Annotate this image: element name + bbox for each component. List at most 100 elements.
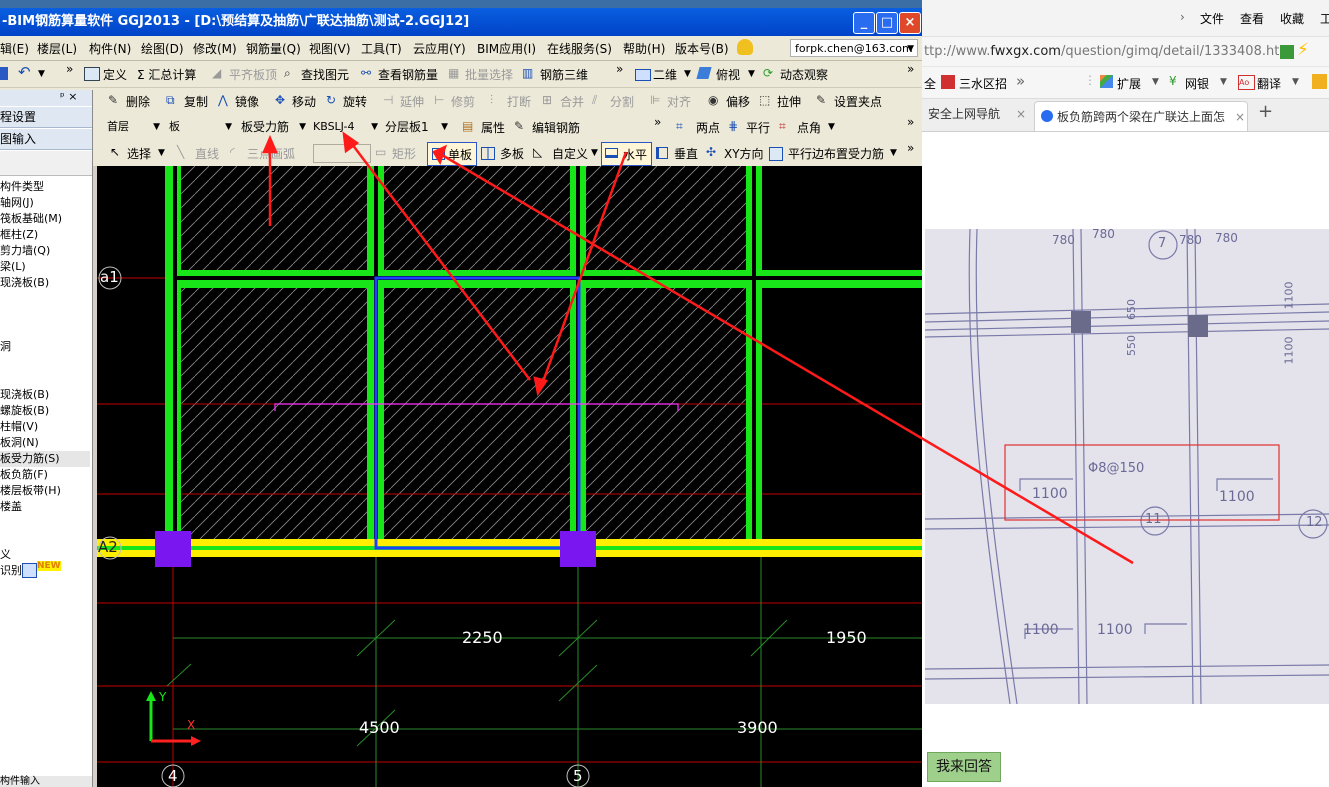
menu-floor[interactable]: 楼层(L) xyxy=(37,40,77,57)
address-bar[interactable]: ttp://www.fwxgx.com/question/gimq/detail… xyxy=(922,36,1329,67)
menu-draw[interactable]: 绘图(D) xyxy=(141,40,184,57)
align-dropdown[interactable]: 对齐 xyxy=(667,93,691,110)
app-icon[interactable] xyxy=(1312,74,1327,89)
bookmark-sanshui[interactable]: 三水区招 xyxy=(959,75,1007,92)
extend-menu[interactable]: 扩展 xyxy=(1117,75,1141,92)
offset-button[interactable]: 偏移 xyxy=(726,93,750,110)
stretch-button[interactable]: 拉伸 xyxy=(777,93,801,110)
chevron-down-icon[interactable]: ▼ xyxy=(1292,77,1299,87)
component-input-tab[interactable]: 构件输入 xyxy=(0,776,92,787)
vertical-button[interactable]: 垂直 xyxy=(674,145,698,162)
save-icon[interactable] xyxy=(0,67,8,80)
list-item[interactable]: 构件类型 xyxy=(0,179,44,195)
menu-tools[interactable]: 工具(T) xyxy=(361,40,402,57)
toolbar-overflow-icon[interactable]: » xyxy=(616,62,623,76)
close-button[interactable]: × xyxy=(899,12,921,34)
menu-tools[interactable]: 工 xyxy=(1320,10,1329,27)
xy-direction-button[interactable]: XY方向 xyxy=(724,145,764,162)
chevron-down-icon[interactable]: ▼ xyxy=(1220,77,1227,87)
toolbar-overflow-icon[interactable]: » xyxy=(907,115,914,129)
chevron-down-icon[interactable]: ▼ xyxy=(38,69,45,79)
list-item[interactable]: 柱帽(V) xyxy=(0,419,38,435)
parallel-button[interactable]: 平行 xyxy=(746,119,770,136)
summary-calc-button[interactable]: Σ 汇总计算 xyxy=(137,66,196,83)
helmet-icon[interactable] xyxy=(737,39,753,55)
move-button[interactable]: 移动 xyxy=(292,93,316,110)
menu-component[interactable]: 构件(N) xyxy=(89,40,131,57)
menu-modify[interactable]: 修改(M) xyxy=(193,40,237,57)
list-item[interactable]: 现浇板(B) xyxy=(0,387,49,403)
close-icon[interactable]: × xyxy=(1235,102,1245,131)
menu-file[interactable]: 文件 xyxy=(1200,10,1224,27)
tab-question[interactable]: 板负筋跨两个梁在广联达上面怎 × xyxy=(1034,101,1248,131)
find-element-button[interactable]: 查找图元 xyxy=(301,66,349,83)
translate-menu[interactable]: 翻译 xyxy=(1257,75,1281,92)
chevron-down-icon[interactable]: ▼ xyxy=(828,122,835,132)
parallel-edge-rebar-button[interactable]: 平行边布置受力筋 xyxy=(788,145,884,162)
list-item-selected[interactable]: 板受力筋(S) xyxy=(0,451,90,467)
pin-close-controls[interactable]: ᵖ × xyxy=(60,90,77,103)
list-item[interactable]: 轴网(J) xyxy=(0,195,34,211)
rebar-3d-button[interactable]: 钢筋三维 xyxy=(540,66,588,83)
list-item[interactable]: 板负筋(F) xyxy=(0,467,48,483)
list-item[interactable]: 板洞(N) xyxy=(0,435,39,451)
floor-select[interactable]: 首层 ▼ xyxy=(104,118,162,136)
project-settings-tab[interactable]: 程设置 xyxy=(0,107,92,128)
view-2d-dropdown[interactable]: 二维 xyxy=(653,66,677,83)
horizontal-button[interactable]: 水平 xyxy=(601,142,652,166)
set-grip-button[interactable]: 设置夹点 xyxy=(834,93,882,110)
chevron-down-icon[interactable]: ▼ xyxy=(1152,77,1159,87)
select-dropdown[interactable]: 选择 xyxy=(127,145,151,162)
toolbar-overflow-icon[interactable]: » xyxy=(654,115,661,129)
list-item[interactable]: 楼层板带(H) xyxy=(0,483,61,499)
delete-button[interactable]: 删除 xyxy=(126,93,150,110)
menu-help[interactable]: 帮助(H) xyxy=(623,40,665,57)
two-points-button[interactable]: 两点 xyxy=(696,119,720,136)
chevron-down-icon[interactable]: ▼ xyxy=(890,148,897,158)
menu-online[interactable]: 在线服务(S) xyxy=(547,40,612,57)
menu-favorites[interactable]: 收藏 xyxy=(1280,10,1304,27)
batch-select-button[interactable]: 批量选择 xyxy=(465,66,513,83)
chevron-down-icon[interactable]: ▼ xyxy=(158,148,165,158)
flat-slab-top-button[interactable]: 平齐板顶 xyxy=(229,66,277,83)
url-text[interactable]: ttp://www.fwxgx.com/question/gimq/detail… xyxy=(924,44,1285,59)
merge-button[interactable]: 合并 xyxy=(560,93,584,110)
close-icon[interactable]: × xyxy=(1016,99,1026,129)
bookmark-cut[interactable]: 全 xyxy=(924,75,936,92)
tab-safe-nav[interactable]: 安全上网导航 × xyxy=(922,99,1030,129)
menu-edit[interactable]: 辑(E) xyxy=(0,40,29,57)
list-item[interactable]: 梁(L) xyxy=(0,259,26,275)
point-angle-dropdown[interactable]: 点角 xyxy=(797,119,821,136)
layer-select[interactable]: 分层板1 ▼ xyxy=(382,118,450,136)
list-item[interactable]: 剪力墙(Q) xyxy=(0,243,50,259)
bookmark-more[interactable]: » xyxy=(1016,72,1025,90)
split-button[interactable]: 分割 xyxy=(610,93,634,110)
properties-button[interactable]: 属性 xyxy=(481,119,505,136)
menu-bim[interactable]: BIM应用(I) xyxy=(477,40,536,57)
line-button[interactable]: 直线 xyxy=(195,145,219,162)
lightning-icon[interactable]: ⚡ xyxy=(1297,40,1309,60)
top-view-dropdown[interactable]: 俯视 xyxy=(716,66,740,83)
list-item[interactable]: 义 xyxy=(0,547,11,563)
menu-version[interactable]: 版本号(B) xyxy=(675,40,729,57)
new-tab-icon[interactable]: + xyxy=(1258,101,1273,122)
cad-canvas[interactable]: a1 A2 4 5 2250 1950 4500 3900 X Y xyxy=(97,166,922,787)
qr-code-icon[interactable] xyxy=(1280,45,1294,59)
list-item[interactable]: 框柱(Z) xyxy=(0,227,38,243)
trim-button[interactable]: 修剪 xyxy=(451,93,475,110)
list-item[interactable]: 螺旋板(B) xyxy=(0,403,49,419)
custom-dropdown[interactable]: 自定义 xyxy=(552,145,588,162)
list-item[interactable]: 现浇板(B) xyxy=(0,275,49,291)
break-button[interactable]: 打断 xyxy=(507,93,531,110)
rotate-button[interactable]: 旋转 xyxy=(343,93,367,110)
view-rebar-button[interactable]: 查看钢筋量 xyxy=(378,66,438,83)
rect-button[interactable]: 矩形 xyxy=(392,145,416,162)
arc-dropdown[interactable]: 三点画弧 xyxy=(247,145,295,162)
list-item[interactable]: 洞 xyxy=(0,339,11,355)
value-input[interactable] xyxy=(313,144,371,163)
copy-button[interactable]: 复制 xyxy=(184,93,208,110)
menu-rebar-qty[interactable]: 钢筋量(Q) xyxy=(246,40,301,57)
component-name-select[interactable]: KBSLJ-4 ▼ xyxy=(310,118,380,136)
answer-button[interactable]: 我来回答 xyxy=(927,752,1001,782)
toolbar-overflow-icon[interactable]: » xyxy=(907,141,914,155)
